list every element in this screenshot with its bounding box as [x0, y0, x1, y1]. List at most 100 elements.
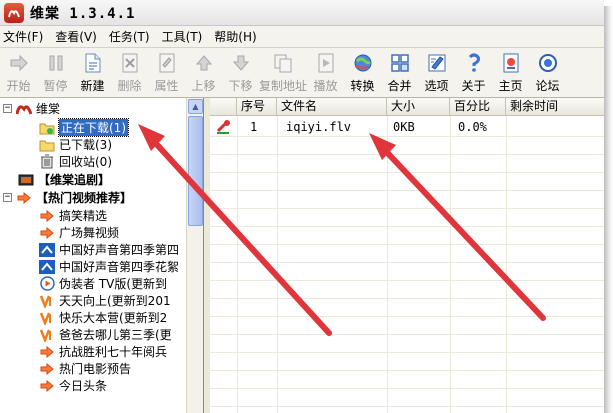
properties-button[interactable]: 属性: [148, 48, 185, 98]
hot-item[interactable]: 中国好声音第四季花絮: [39, 258, 179, 275]
tree-item-recycle-label: 回收站(0): [59, 155, 112, 169]
hot-item-label: 中国好声音第四季第四: [59, 243, 180, 257]
hot-item[interactable]: 快乐大本营(更新到2: [39, 309, 167, 326]
hot-item[interactable]: 爸爸去哪儿第三季(更: [39, 326, 172, 343]
pause-button[interactable]: 暂停: [37, 48, 74, 98]
copy-address-button[interactable]: 复制地址: [259, 48, 307, 98]
tree-root[interactable]: − 维棠: [3, 100, 60, 117]
orange-arrow-icon: [39, 208, 55, 223]
homepage-button[interactable]: 主页: [492, 48, 529, 98]
hot-item[interactable]: 广场舞视频: [39, 224, 119, 241]
hot-item[interactable]: 天天向上(更新到201: [39, 292, 171, 309]
header-percent[interactable]: 百分比: [450, 98, 506, 116]
grid-line: [210, 244, 604, 245]
tv-channel-icon: [39, 327, 55, 342]
hot-item[interactable]: 中国好声音第四季第四: [39, 241, 179, 258]
move-down-button[interactable]: 下移: [222, 48, 259, 98]
title-bar: 维棠 1.3.4.1: [0, 0, 604, 26]
hot-item-label: 广场舞视频: [59, 226, 120, 240]
table-header: 序号 文件名 大小 百分比 剩余时间: [210, 98, 604, 116]
orange-arrow-icon: [16, 190, 32, 205]
hot-item[interactable]: 今日头条: [39, 377, 107, 394]
grid-line: [277, 116, 278, 413]
new-button[interactable]: 新建: [74, 48, 111, 98]
play-button[interactable]: 播放: [307, 48, 344, 98]
tree-item-downloaded-label: 已下载(3): [59, 138, 112, 152]
header-status[interactable]: [210, 98, 237, 116]
downloading-folder-icon: [39, 120, 55, 135]
menu-help[interactable]: 帮助(H): [211, 28, 265, 45]
grid-line: [210, 280, 604, 281]
merge-icon: [389, 52, 411, 74]
hot-item-label: 中国好声音第四季花絮: [59, 260, 180, 274]
new-file-icon: [82, 52, 104, 74]
grid-line: [387, 116, 388, 413]
tree-item-downloading[interactable]: 正在下载(1): [39, 118, 129, 137]
menu-file[interactable]: 文件(F): [0, 28, 52, 45]
grid-line: [237, 116, 238, 413]
menu-tools[interactable]: 工具(T): [159, 28, 212, 45]
hot-item[interactable]: 抗战胜利七十年阅兵: [39, 343, 167, 360]
hot-item-label: 热门电影预告: [59, 362, 132, 376]
merge-button[interactable]: 合并: [381, 48, 418, 98]
window-title: 维棠 1.3.4.1: [30, 5, 136, 22]
tv-channel-icon: [39, 293, 55, 308]
tree-item-downloaded[interactable]: 已下载(3): [39, 136, 112, 153]
category-tree: − 维棠 正在下载(1) 已下载(3) 回收站(0) 【维棠追剧】 − 【热门视…: [0, 98, 204, 413]
homepage-icon: [500, 52, 522, 74]
app-logo-icon: [4, 2, 24, 23]
header-size[interactable]: 大小: [387, 98, 450, 116]
hot-item-label: 爸爸去哪儿第三季(更: [59, 328, 172, 342]
collapse-toggle[interactable]: −: [3, 193, 12, 202]
hot-item-label: 抗战胜利七十年阅兵: [59, 345, 168, 359]
header-filename[interactable]: 文件名: [277, 98, 387, 116]
folder-icon: [39, 137, 55, 152]
arrow-down-icon: [230, 52, 252, 74]
blue-channel-icon: [39, 259, 55, 274]
tree-item-follow[interactable]: 【维棠追剧】: [18, 171, 110, 188]
about-question-icon: [463, 52, 485, 74]
menu-task[interactable]: 任务(T): [106, 28, 159, 45]
delete-icon: [119, 52, 141, 74]
grid-line: [210, 226, 604, 227]
scroll-up-icon[interactable]: ▲: [188, 99, 203, 114]
start-button[interactable]: 开始: [0, 48, 37, 98]
hot-item[interactable]: 伪装者 TV版(更新到: [39, 275, 167, 292]
options-button[interactable]: 选项: [418, 48, 455, 98]
forum-button[interactable]: 论坛: [529, 48, 566, 98]
grid-line: [210, 370, 604, 371]
hot-item[interactable]: 搞笑精选: [39, 207, 107, 224]
tree-scrollbar[interactable]: ▲: [186, 98, 203, 413]
tree-root-label: 维棠: [36, 102, 61, 116]
row-filename: iqiyi.flv: [286, 120, 352, 134]
arrow-right-icon: [8, 52, 30, 74]
tree-item-hot[interactable]: − 【热门视频推荐】: [3, 189, 132, 206]
move-up-button[interactable]: 上移: [185, 48, 222, 98]
menu-view[interactable]: 查看(V): [52, 28, 106, 45]
orange-arrow-icon: [39, 378, 55, 393]
scroll-thumb[interactable]: [188, 116, 203, 226]
tree-item-hot-label: 【热门视频推荐】: [36, 191, 133, 205]
app-logo-icon: [16, 101, 32, 116]
collapse-toggle[interactable]: −: [3, 104, 12, 113]
play-icon: [315, 52, 337, 74]
grid-line: [210, 154, 604, 155]
header-index[interactable]: 序号: [237, 98, 277, 116]
download-status-icon: [216, 119, 232, 138]
about-button[interactable]: 关于: [455, 48, 492, 98]
recycle-bin-icon: [39, 154, 55, 169]
hot-item[interactable]: 热门电影预告: [39, 360, 131, 377]
grid-line: [210, 298, 604, 299]
properties-icon: [156, 52, 178, 74]
download-list: 序号 文件名 大小 百分比 剩余时间 1 iqiyi.flv 0KB 0.0%: [210, 98, 604, 413]
forum-icon: [537, 52, 559, 74]
header-remaining[interactable]: 剩余时间: [506, 98, 604, 116]
tree-item-follow-label: 【维棠追剧】: [38, 173, 111, 187]
app-window: 维棠 1.3.4.1 文件(F) 查看(V) 任务(T) 工具(T) 帮助(H)…: [0, 0, 604, 413]
tree-item-recycle[interactable]: 回收站(0): [39, 153, 112, 170]
convert-button[interactable]: 转换: [344, 48, 381, 98]
tree-item-downloading-label: 正在下载(1): [58, 118, 129, 137]
toolbar: 开始 暂停 新建 删除 属性 上移 下移 复制地址 播放 转换 合并 选项 关于…: [0, 48, 604, 98]
play-circle-icon: [39, 276, 55, 291]
delete-button[interactable]: 删除: [111, 48, 148, 98]
